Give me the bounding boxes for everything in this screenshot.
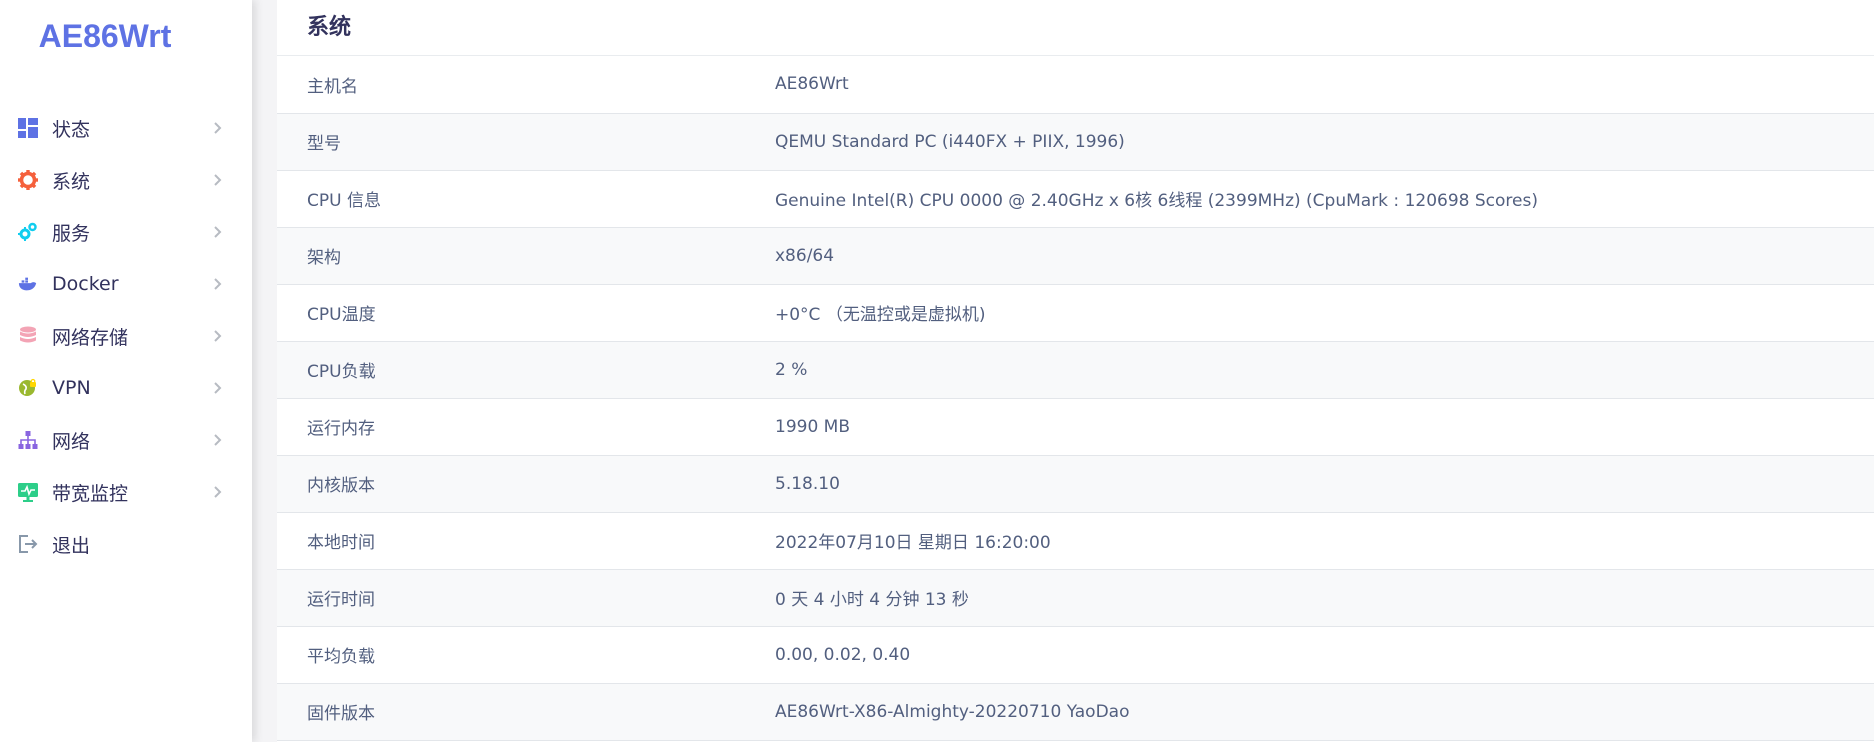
row-value: 5.18.10 (775, 473, 840, 494)
table-row: 固件版本 AE86Wrt-X86-Almighty-20220710 YaoDa… (277, 683, 1874, 740)
table-row: CPU温度 +0°C （无温控或是虚拟机) (277, 284, 1874, 341)
monitor-icon (18, 482, 38, 502)
chevron-right-icon (214, 434, 222, 446)
sidebar-item-network-storage[interactable]: 网络存储 (0, 310, 252, 362)
sidebar-item-status[interactable]: 状态 (0, 102, 252, 154)
database-icon (18, 326, 38, 346)
row-label: 本地时间 (307, 533, 375, 553)
row-label: CPU负载 (307, 362, 376, 382)
sidebar-item-logout[interactable]: 退出 (0, 518, 252, 570)
table-row: 主机名 AE86Wrt (277, 56, 1874, 113)
chevron-right-icon (214, 278, 222, 290)
docker-icon (18, 274, 38, 294)
sidebar-item-label: 系统 (52, 170, 91, 193)
table-row: 平均负载 0.00, 0.02, 0.40 (277, 626, 1874, 683)
row-value: 0 天 4 小时 4 分钟 13 秒 (775, 590, 969, 610)
table-row: 架构 x86/64 (277, 227, 1874, 284)
chevron-right-icon (214, 486, 222, 498)
sidebar-item-docker[interactable]: Docker (0, 258, 252, 310)
sidebar-item-label: 服务 (52, 222, 91, 245)
network-icon (18, 430, 38, 450)
sidebar-item-label: 网络存储 (52, 326, 129, 349)
sidebar: AE86Wrt 状态 系统 服务 Docker 网络存储 VPN 网络 带宽监控… (0, 0, 252, 742)
row-label: 运行时间 (307, 590, 375, 610)
app-window: AE86Wrt 状态 系统 服务 Docker 网络存储 VPN 网络 带宽监控… (0, 0, 1874, 742)
section-title: 系统 (277, 0, 1874, 56)
row-label: 主机名 (307, 76, 358, 97)
gear-icon (18, 170, 38, 190)
chevron-right-icon (214, 122, 222, 134)
row-value: AE86Wrt-X86-Almighty-20220710 YaoDao (775, 701, 1130, 722)
row-value: QEMU Standard PC (i440FX + PIIX, 1996) (775, 131, 1125, 152)
table-row: 运行内存 1990 MB (277, 398, 1874, 455)
system-info-table: 主机名 AE86Wrt 型号 QEMU Standard PC (i440FX … (277, 56, 1874, 741)
sidebar-item-label: VPN (52, 377, 91, 399)
row-label: CPU温度 (307, 305, 376, 325)
table-row: 本地时间 2022年07月10日 星期日 16:20:00 (277, 512, 1874, 569)
table-row: CPU 信息 Genuine Intel(R) CPU 0000 @ 2.40G… (277, 170, 1874, 227)
chevron-right-icon (214, 382, 222, 394)
sidebar-item-network[interactable]: 网络 (0, 414, 252, 466)
row-label: CPU 信息 (307, 191, 381, 211)
sidebar-item-label: 状态 (52, 118, 91, 141)
globe-lock-icon (18, 378, 38, 398)
sidebar-item-label: 带宽监控 (52, 482, 129, 505)
table-row: 运行时间 0 天 4 小时 4 分钟 13 秒 (277, 569, 1874, 626)
sidebar-item-services[interactable]: 服务 (0, 206, 252, 258)
table-row: CPU负载 2 % (277, 341, 1874, 398)
row-value: x86/64 (775, 245, 835, 266)
chevron-right-icon (214, 174, 222, 186)
row-value: AE86Wrt (775, 74, 849, 95)
sidebar-item-label: 退出 (52, 534, 91, 557)
row-label: 架构 (307, 248, 341, 268)
row-label: 平均负载 (307, 647, 375, 667)
sidebar-item-system[interactable]: 系统 (0, 154, 252, 206)
row-value: 0.00, 0.02, 0.40 (775, 644, 911, 665)
brand-logo[interactable]: AE86Wrt (0, 18, 210, 55)
row-label: 型号 (307, 134, 341, 154)
row-value: 1990 MB (775, 416, 850, 437)
sidebar-item-vpn[interactable]: VPN (0, 362, 252, 414)
sidebar-item-label: 网络 (52, 430, 91, 453)
table-row: 型号 QEMU Standard PC (i440FX + PIIX, 1996… (277, 113, 1874, 170)
gears-icon (18, 222, 38, 242)
chevron-right-icon (214, 226, 222, 238)
row-value: +0°C （无温控或是虚拟机) (775, 305, 986, 325)
row-value: 2022年07月10日 星期日 16:20:00 (775, 533, 1051, 553)
row-label: 固件版本 (307, 704, 375, 724)
logout-icon (18, 534, 38, 554)
main-panel: 系统 主机名 AE86Wrt 型号 QEMU Standard PC (i440… (277, 0, 1874, 742)
row-label: 内核版本 (307, 476, 375, 496)
row-value: 2 % (775, 359, 808, 380)
row-label: 运行内存 (307, 419, 375, 439)
chevron-right-icon (214, 330, 222, 342)
row-value: Genuine Intel(R) CPU 0000 @ 2.40GHz x 6核… (775, 191, 1538, 211)
sidebar-item-bandwidth-monitor[interactable]: 带宽监控 (0, 466, 252, 518)
table-row: 内核版本 5.18.10 (277, 455, 1874, 512)
dashboard-icon (18, 118, 38, 138)
sidebar-item-label: Docker (52, 273, 119, 295)
sidebar-nav: 状态 系统 服务 Docker 网络存储 VPN 网络 带宽监控 退出 (0, 102, 252, 570)
